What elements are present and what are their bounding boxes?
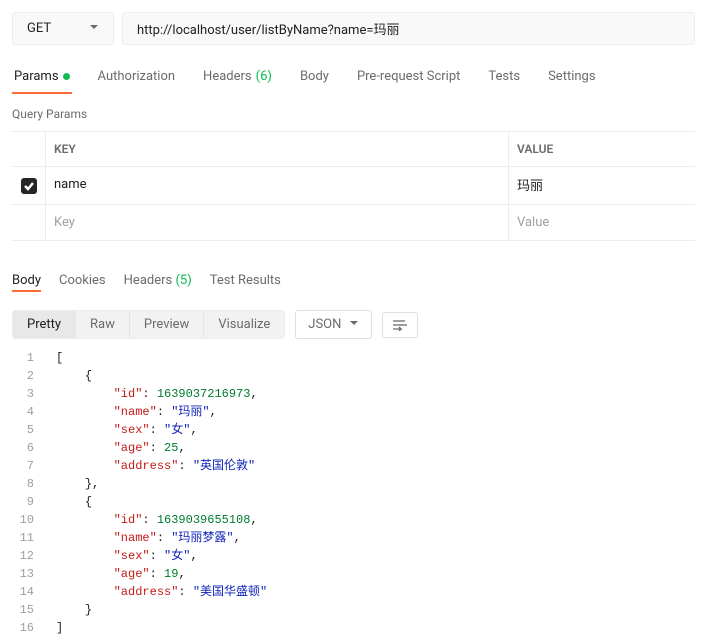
tab-body[interactable]: Body: [298, 61, 331, 94]
view-preview[interactable]: Preview: [130, 311, 204, 338]
tab-tests[interactable]: Tests: [486, 61, 522, 94]
params-row: [12, 167, 695, 205]
wrap-lines-button[interactable]: [382, 312, 418, 338]
tab-prerequest[interactable]: Pre-request Script: [355, 61, 462, 94]
format-select[interactable]: JSON: [295, 310, 372, 339]
tab-params[interactable]: Params: [12, 61, 72, 94]
params-header-key: KEY: [46, 132, 509, 166]
view-mode-group: Pretty Raw Preview Visualize: [12, 310, 285, 339]
wrap-icon: [393, 319, 407, 331]
params-modified-dot: [63, 73, 70, 80]
method-value: GET: [27, 21, 51, 36]
tab-settings[interactable]: Settings: [546, 61, 597, 94]
params-table: KEY VALUE: [12, 131, 695, 241]
chevron-down-icon: [349, 317, 359, 332]
param-key-empty-input[interactable]: [54, 215, 500, 230]
method-select[interactable]: GET: [12, 12, 114, 45]
view-raw[interactable]: Raw: [76, 311, 130, 338]
response-tab-body[interactable]: Body: [12, 269, 41, 292]
response-tab-headers[interactable]: Headers (5): [124, 269, 192, 292]
view-visualize[interactable]: Visualize: [204, 311, 284, 338]
view-pretty[interactable]: Pretty: [13, 311, 76, 338]
chevron-down-icon: [89, 21, 99, 36]
tab-authorization[interactable]: Authorization: [96, 61, 178, 94]
url-input[interactable]: [122, 12, 695, 45]
tab-headers[interactable]: Headers (6): [201, 61, 274, 94]
param-checkbox[interactable]: [21, 178, 37, 194]
response-tab-testresults[interactable]: Test Results: [210, 269, 281, 292]
response-tab-cookies[interactable]: Cookies: [59, 269, 106, 292]
param-key-input[interactable]: [54, 177, 500, 192]
param-value-empty-input[interactable]: [517, 215, 687, 230]
params-header-value: VALUE: [509, 132, 695, 166]
param-value-input[interactable]: [517, 177, 687, 192]
json-viewer: 12345678910111213141516 [ { "id": 163903…: [0, 349, 707, 637]
query-params-label: Query Params: [0, 93, 707, 131]
